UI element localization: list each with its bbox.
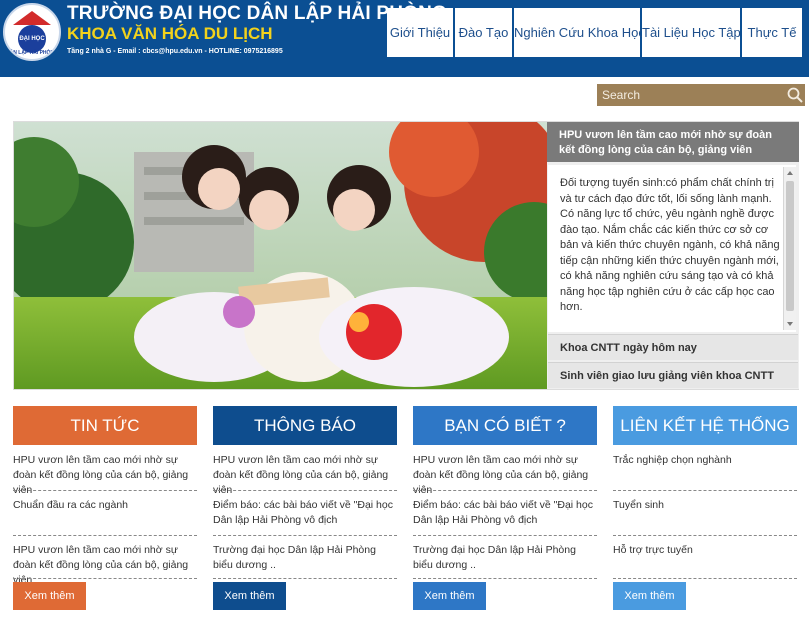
column-title-tin-tuc: TIN TỨC	[13, 406, 197, 445]
divider	[413, 578, 597, 579]
divider	[613, 578, 797, 579]
divider	[13, 535, 197, 536]
slider-active-text: Đối tượng tuyển sinh:có phẩm chất chính …	[548, 165, 796, 332]
logo-mark: ĐẠI HỌC	[18, 25, 46, 53]
slider-item-sinh-vien[interactable]: Sinh viên giao lưu giảng viên khoa CNTT	[548, 362, 798, 388]
divider	[213, 578, 397, 579]
column-title-lien-ket: LIÊN KẾT HỆ THỐNG	[613, 406, 797, 445]
panel-scrollbar[interactable]	[783, 167, 796, 330]
slider-active-title[interactable]: HPU vươn lên tầm cao mới nhờ sự đoàn kết…	[547, 122, 799, 162]
column-item[interactable]: Chuẩn đầu ra các ngành	[13, 498, 197, 513]
divider	[13, 490, 197, 491]
nav-nghien-cuu[interactable]: Nghiên Cứu Khoa Học	[514, 8, 645, 57]
column-item[interactable]: Điểm báo: các bài báo viết về "Đại học D…	[413, 498, 597, 528]
scroll-thumb[interactable]	[786, 181, 794, 311]
divider	[13, 578, 197, 579]
divider	[413, 535, 597, 536]
column-item[interactable]: Trường đại học Dân lập Hải Phòng biểu dư…	[413, 543, 597, 573]
scroll-down-arrow-icon[interactable]	[787, 322, 793, 326]
divider	[613, 490, 797, 491]
divider	[613, 535, 797, 536]
more-button-ban-co-biet[interactable]: Xem thêm	[413, 582, 486, 610]
header-strip	[0, 63, 809, 77]
column-title-ban-co-biet: BẠN CÓ BIẾT ?	[413, 406, 597, 445]
nav-tai-lieu[interactable]: Tài Liệu Học Tập	[642, 8, 741, 57]
logo-ring-text: DÂN LẬP HẢI PHÒNG	[6, 50, 58, 56]
column-item[interactable]: Trường đại học Dân lập Hải Phòng biểu dư…	[213, 543, 397, 573]
divider	[413, 490, 597, 491]
column-title-thong-bao: THÔNG BÁO	[213, 406, 397, 445]
column-item[interactable]: Hỗ trợ trực tuyến	[613, 543, 797, 558]
search-button[interactable]	[785, 84, 805, 106]
logo-roof-icon	[13, 11, 51, 25]
divider	[213, 535, 397, 536]
column-item[interactable]: Tuyển sinh	[613, 498, 797, 513]
search-input[interactable]	[597, 84, 785, 106]
slide-photo[interactable]	[14, 122, 547, 389]
column-item[interactable]: Điểm báo: các bài báo viết về "Đại học D…	[213, 498, 397, 528]
more-button-lien-ket[interactable]: Xem thêm	[613, 582, 686, 610]
university-logo[interactable]: ĐẠI HỌC DÂN LẬP HẢI PHÒNG	[3, 3, 61, 61]
nav-dao-tao[interactable]: Đào Tạo	[455, 8, 512, 57]
contact-info: Tầng 2 nhà G - Email : cbcs@hpu.edu.vn -…	[67, 48, 283, 55]
column-item[interactable]: HPU vươn lên tầm cao mới nhờ sự đoàn kết…	[13, 453, 197, 498]
divider	[213, 490, 397, 491]
scroll-up-arrow-icon[interactable]	[787, 171, 793, 175]
students-photo-illustration	[14, 122, 547, 389]
column-item[interactable]: Trắc nghiệp chọn nghành	[613, 453, 797, 468]
nav-gioi-thieu[interactable]: Giới Thiệu	[387, 8, 453, 57]
faculty-name: KHOA VĂN HÓA DU LỊCH	[67, 24, 273, 43]
more-button-tin-tuc[interactable]: Xem thêm	[13, 582, 86, 610]
search-icon	[787, 87, 803, 103]
more-button-thong-bao[interactable]: Xem thêm	[213, 582, 286, 610]
nav-thuc-te[interactable]: Thực Tế	[742, 8, 802, 57]
slider-item-khoa-cntt[interactable]: Khoa CNTT ngày hôm nay	[548, 334, 798, 360]
column-item[interactable]: HPU vươn lên tầm cao mới nhờ sự đoàn kết…	[413, 453, 597, 498]
column-item[interactable]: HPU vươn lên tầm cao mới nhờ sự đoàn kết…	[213, 453, 397, 498]
